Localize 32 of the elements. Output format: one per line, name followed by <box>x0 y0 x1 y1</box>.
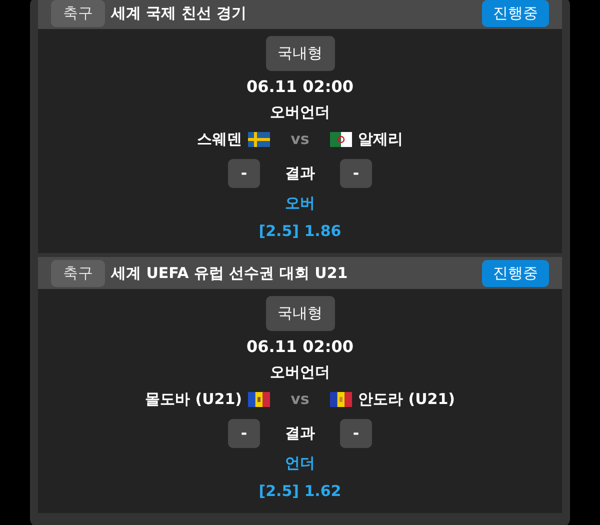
market-type-label: 국내형 <box>266 296 334 331</box>
match-datetime: 06.11 02:00 <box>246 336 354 358</box>
away-team-name: 알제리 <box>358 129 403 150</box>
sport-tag: 축구 <box>51 0 105 26</box>
sport-tag: 축구 <box>51 260 105 286</box>
odds-value: [2.5] 1.86 <box>258 221 342 242</box>
away-score: - <box>340 159 372 188</box>
pick-label: 언더 <box>285 453 315 474</box>
bet-type-label: 오버언더 <box>270 362 330 383</box>
flag-icon <box>330 132 352 146</box>
away-score: - <box>340 419 372 448</box>
league-title: 세계 UEFA 유럽 선수권 대회 U21 <box>111 262 349 284</box>
odds-value: [2.5] 1.62 <box>258 481 342 502</box>
home-team-name: 몰도바 (U21) <box>145 389 242 410</box>
home-team-name: 스웨덴 <box>197 129 242 150</box>
result-label: 결과 <box>284 163 316 184</box>
result-label: 결과 <box>284 423 316 444</box>
market-type-label: 국내형 <box>266 36 334 71</box>
home-score: - <box>228 159 260 188</box>
status-badge: 진행중 <box>482 0 549 26</box>
pick-label: 오버 <box>285 193 315 214</box>
away-team-name: 안도라 (U21) <box>358 389 455 410</box>
status-badge: 진행중 <box>482 260 549 286</box>
bet-type-label: 오버언더 <box>270 102 330 123</box>
flag-icon <box>248 392 270 406</box>
home-score: - <box>228 419 260 448</box>
flag-icon <box>248 132 270 146</box>
versus-label: vs <box>290 129 310 150</box>
match-datetime: 06.11 02:00 <box>246 76 354 98</box>
versus-label: vs <box>290 389 310 410</box>
league-title: 세계 국제 친선 경기 <box>111 2 248 24</box>
flag-icon <box>330 392 352 406</box>
